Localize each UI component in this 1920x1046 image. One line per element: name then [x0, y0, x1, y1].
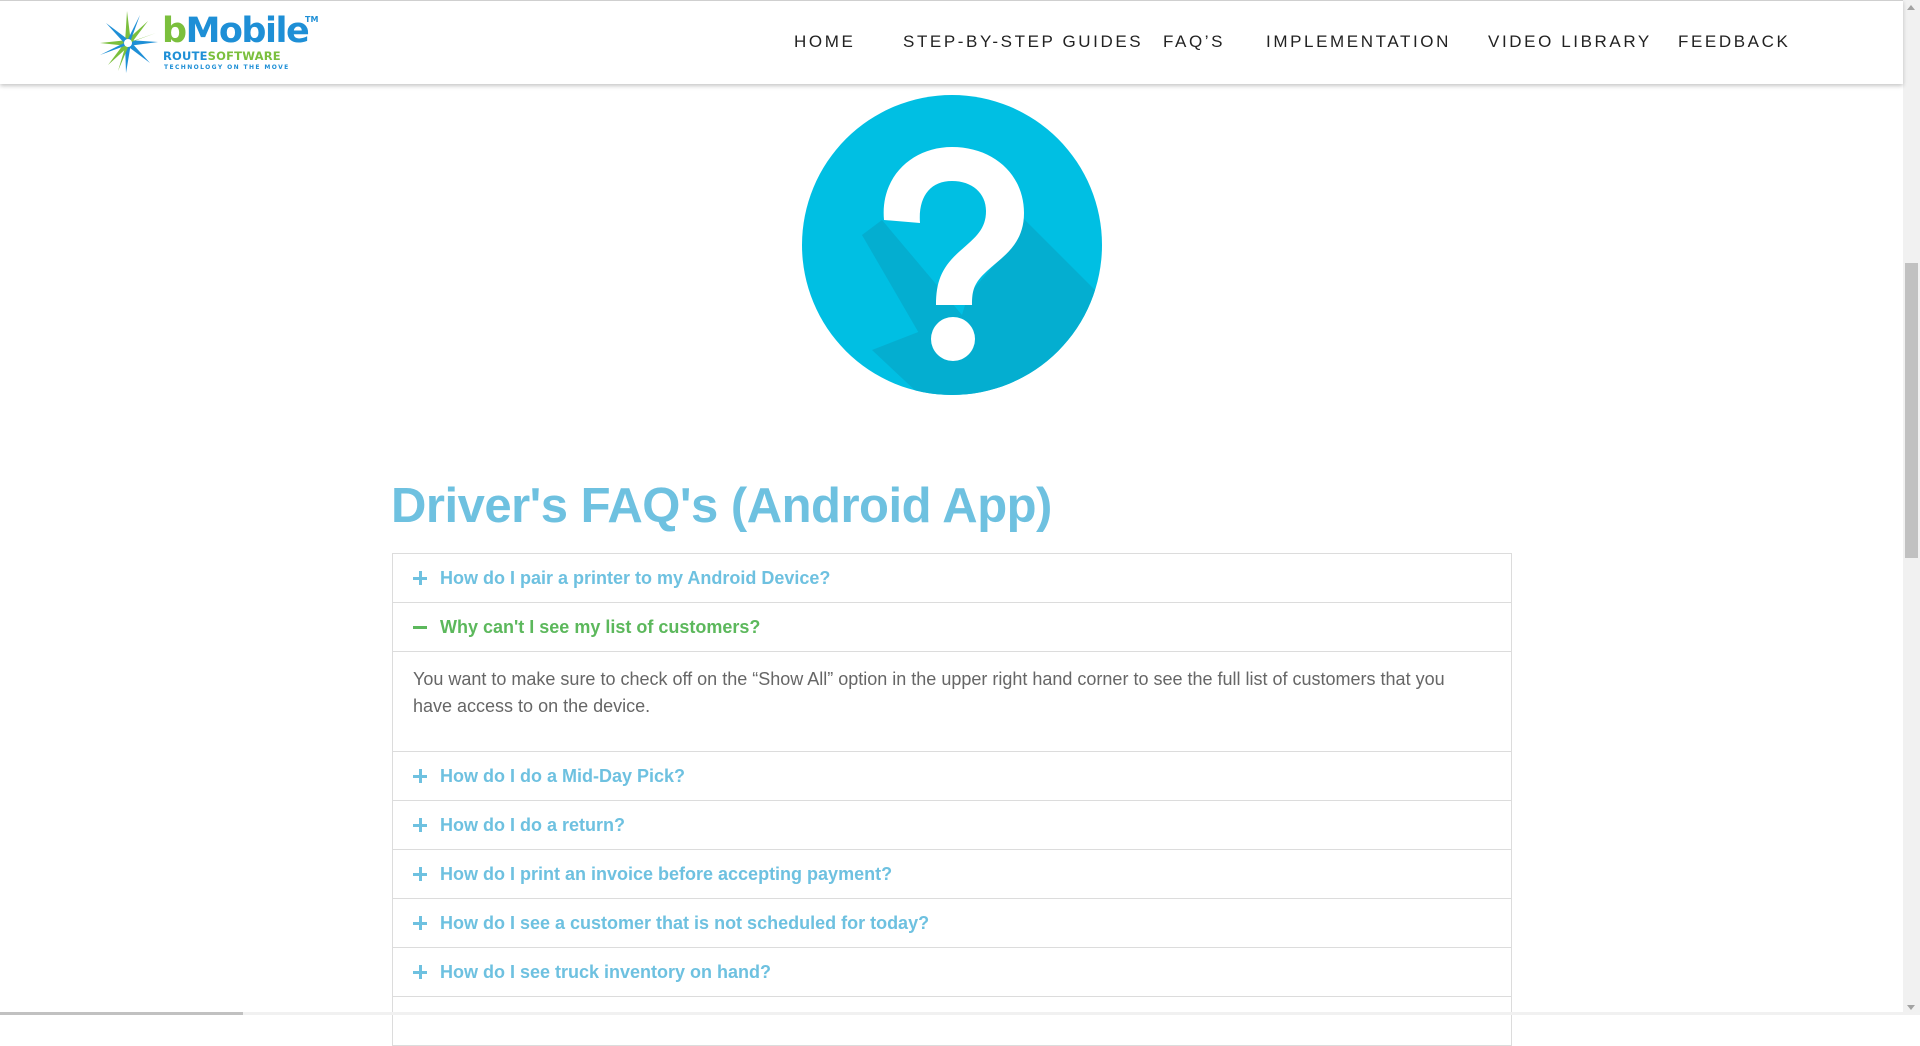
faq-toggle[interactable] [393, 997, 1511, 1045]
logo-starburst-icon [100, 11, 158, 73]
nav-home[interactable]: HOME [794, 32, 855, 52]
scroll-up-arrow-icon[interactable] [1907, 5, 1915, 10]
scroll-down-arrow-icon[interactable] [1907, 1005, 1915, 1010]
minus-icon [413, 620, 427, 634]
question-mark-icon [802, 95, 1102, 395]
nav-faqs[interactable]: FAQ’S [1163, 32, 1225, 52]
page-title: Driver's FAQ's (Android App) [391, 479, 1052, 533]
faq-question: How do I do a Mid-Day Pick? [440, 765, 686, 786]
site-header: bMobile TM ROUTESOFTWARE TECHNOLOGY ON T… [0, 0, 1903, 84]
faq-toggle[interactable]: How do I see truck inventory on hand? [393, 948, 1511, 996]
faq-toggle[interactable]: How do I do a Mid-Day Pick? [393, 752, 1511, 800]
faq-item: How do I do a return? [393, 801, 1511, 850]
faq-toggle[interactable]: How do I pair a printer to my Android De… [393, 554, 1511, 602]
logo-wordmark: bMobile [162, 11, 310, 51]
faq-toggle[interactable]: How do I see a customer that is not sche… [393, 899, 1511, 947]
faq-item: How do I do a Mid-Day Pick? [393, 752, 1511, 801]
faq-item-expanded: Why can't I see my list of customers? Yo… [393, 603, 1511, 752]
faq-question: How do I see truck inventory on hand? [440, 961, 772, 982]
plus-icon [413, 867, 427, 881]
plus-icon [413, 571, 427, 585]
bmobile-logo[interactable]: bMobile TM ROUTESOFTWARE TECHNOLOGY ON T… [94, 9, 324, 79]
logo-trademark: TM [305, 15, 319, 24]
nav-implementation[interactable]: IMPLEMENTATION [1266, 32, 1451, 52]
nav-step-by-step-guides[interactable]: STEP-BY-STEP GUIDES [903, 32, 1143, 52]
plus-icon [413, 818, 427, 832]
faq-item-partial [393, 997, 1511, 1046]
faq-question: How do I do a return? [440, 814, 625, 835]
faq-item: How do I see truck inventory on hand? [393, 948, 1511, 997]
faq-accordion: How do I pair a printer to my Android De… [392, 553, 1512, 1046]
faq-question: How do I see a customer that is not sche… [440, 912, 930, 933]
faq-item: How do I see a customer that is not sche… [393, 899, 1511, 948]
faq-toggle[interactable]: How do I print an invoice before accepti… [393, 850, 1511, 898]
vertical-scrollbar[interactable] [1903, 0, 1920, 1015]
nav-feedback[interactable]: FEEDBACK [1678, 32, 1790, 52]
faq-toggle[interactable]: Why can't I see my list of customers? [393, 603, 1511, 651]
nav-video-library[interactable]: VIDEO LIBRARY [1488, 32, 1652, 52]
faq-item: How do I print an invoice before accepti… [393, 850, 1511, 899]
scrollbar-thumb[interactable] [1905, 263, 1918, 558]
logo-route-software: ROUTESOFTWARE [163, 49, 281, 63]
plus-icon [413, 769, 427, 783]
plus-icon [413, 965, 427, 979]
logo-tagline: TECHNOLOGY ON THE MOVE [164, 64, 290, 71]
faq-question: How do I pair a printer to my Android De… [440, 567, 831, 588]
faq-item: How do I pair a printer to my Android De… [393, 554, 1511, 603]
faq-toggle[interactable]: How do I do a return? [393, 801, 1511, 849]
faq-question: Why can't I see my list of customers? [440, 616, 761, 637]
plus-icon [413, 916, 427, 930]
faq-answer: You want to make sure to check off on th… [393, 651, 1511, 751]
faq-question: How do I print an invoice before accepti… [440, 863, 893, 884]
faq-hero-icon [802, 95, 1102, 395]
